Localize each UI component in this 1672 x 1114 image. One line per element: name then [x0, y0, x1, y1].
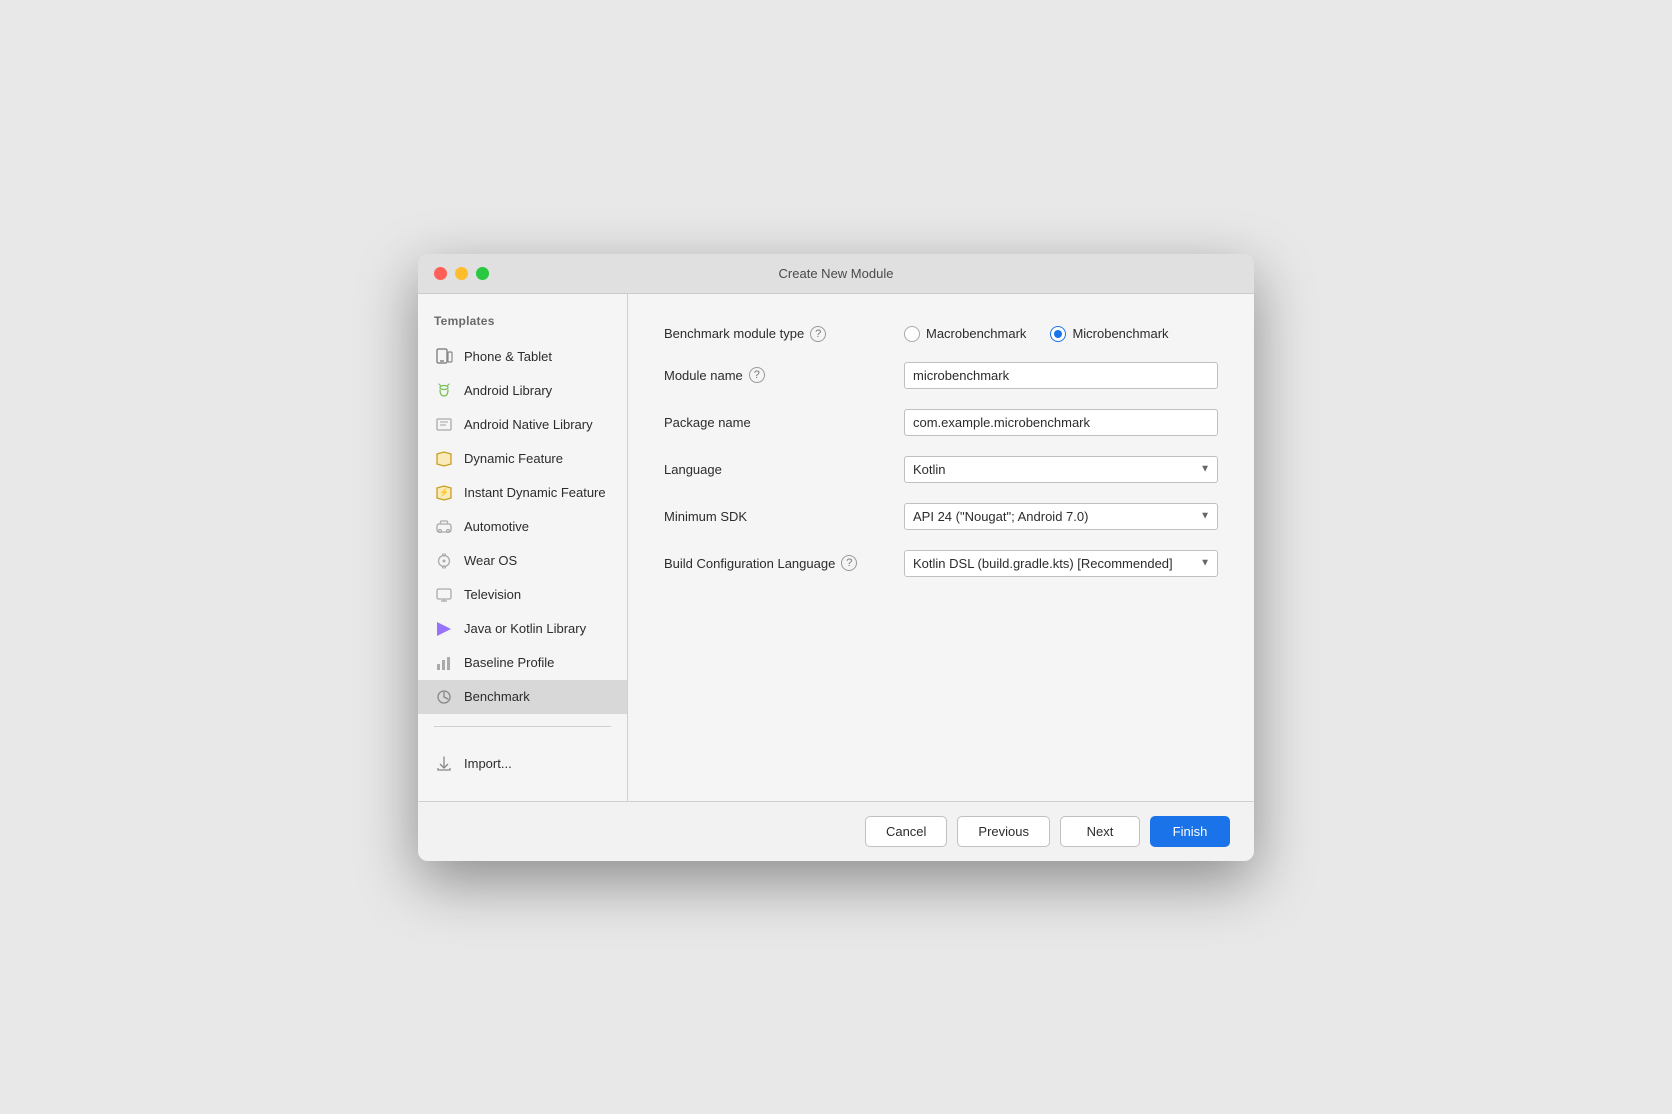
- sidebar-item-benchmark[interactable]: Benchmark: [418, 680, 627, 714]
- minimum-sdk-select[interactable]: API 21 ("Lollipop"; Android 5.0) API 24 …: [904, 503, 1218, 530]
- sidebar-item-android-native-library[interactable]: Android Native Library: [418, 408, 627, 442]
- sidebar-item-television[interactable]: Television: [418, 578, 627, 612]
- minimum-sdk-label: Minimum SDK: [664, 509, 904, 524]
- language-select[interactable]: Kotlin Java: [904, 456, 1218, 483]
- main-content: Benchmark module type ? Macrobenchmark M…: [628, 294, 1254, 801]
- package-name-input[interactable]: [904, 409, 1218, 436]
- sidebar-item-android-library[interactable]: Android Library: [418, 374, 627, 408]
- television-icon: [434, 585, 454, 605]
- next-button[interactable]: Next: [1060, 816, 1140, 847]
- kotlin-library-icon: [434, 619, 454, 639]
- window-controls: [434, 267, 489, 280]
- module-name-row: Module name ?: [664, 362, 1218, 389]
- package-name-control: [904, 409, 1218, 436]
- sidebar-item-automotive[interactable]: Automotive: [418, 510, 627, 544]
- minimum-sdk-control: API 21 ("Lollipop"; Android 5.0) API 24 …: [904, 503, 1218, 530]
- phone-tablet-icon: [434, 347, 454, 367]
- language-control: Kotlin Java ▼: [904, 456, 1218, 483]
- sidebar-item-label: Automotive: [464, 519, 529, 534]
- package-name-label: Package name: [664, 415, 904, 430]
- maximize-button[interactable]: [476, 267, 489, 280]
- microbenchmark-radio-dot: [1054, 330, 1062, 338]
- finish-button[interactable]: Finish: [1150, 816, 1230, 847]
- benchmark-module-type-label: Benchmark module type ?: [664, 326, 904, 342]
- wear-os-icon: [434, 551, 454, 571]
- previous-button[interactable]: Previous: [957, 816, 1050, 847]
- language-label: Language: [664, 462, 904, 477]
- benchmark-module-type-row: Benchmark module type ? Macrobenchmark M…: [664, 326, 1218, 342]
- macrobenchmark-radio-option[interactable]: Macrobenchmark: [904, 326, 1026, 342]
- macrobenchmark-label: Macrobenchmark: [926, 326, 1026, 341]
- benchmark-module-type-help-icon[interactable]: ?: [810, 326, 826, 342]
- dialog-footer: Cancel Previous Next Finish: [418, 801, 1254, 861]
- create-new-module-dialog: Create New Module Templates Phone & Tabl…: [418, 254, 1254, 861]
- sidebar-item-label: Android Library: [464, 383, 552, 398]
- sidebar-item-instant-dynamic-feature[interactable]: ⚡ Instant Dynamic Feature: [418, 476, 627, 510]
- dialog-title: Create New Module: [779, 266, 894, 281]
- sidebar-item-wear-os[interactable]: Wear OS: [418, 544, 627, 578]
- sidebar-item-label: Wear OS: [464, 553, 517, 568]
- sidebar-item-phone-tablet[interactable]: Phone & Tablet: [418, 340, 627, 374]
- build-config-control: Kotlin DSL (build.gradle.kts) [Recommend…: [904, 550, 1218, 577]
- sidebar-item-import[interactable]: Import...: [418, 747, 627, 781]
- build-config-help-icon[interactable]: ?: [841, 555, 857, 571]
- language-row: Language Kotlin Java ▼: [664, 456, 1218, 483]
- android-library-icon: [434, 381, 454, 401]
- microbenchmark-label: Microbenchmark: [1072, 326, 1168, 341]
- android-native-library-icon: [434, 415, 454, 435]
- benchmark-icon: [434, 687, 454, 707]
- svg-text:⚡: ⚡: [439, 487, 449, 497]
- minimum-sdk-row: Minimum SDK API 21 ("Lollipop"; Android …: [664, 503, 1218, 530]
- sidebar-item-label: Dynamic Feature: [464, 451, 563, 466]
- module-name-help-icon[interactable]: ?: [749, 367, 765, 383]
- sidebar-item-label: Android Native Library: [464, 417, 593, 432]
- sidebar-item-baseline-profile[interactable]: Baseline Profile: [418, 646, 627, 680]
- automotive-icon: [434, 517, 454, 537]
- module-name-input[interactable]: [904, 362, 1218, 389]
- sidebar-divider: [434, 726, 611, 727]
- cancel-button[interactable]: Cancel: [865, 816, 947, 847]
- sidebar-footer: Import...: [418, 739, 627, 781]
- sidebar-item-label: Java or Kotlin Library: [464, 621, 586, 636]
- sidebar: Templates Phone & Tablet: [418, 294, 628, 801]
- build-config-row: Build Configuration Language ? Kotlin DS…: [664, 550, 1218, 577]
- macrobenchmark-radio-circle: [904, 326, 920, 342]
- sidebar-item-label: Instant Dynamic Feature: [464, 485, 606, 500]
- sidebar-header: Templates: [418, 314, 627, 340]
- microbenchmark-radio-circle: [1050, 326, 1066, 342]
- sidebar-item-label: Benchmark: [464, 689, 530, 704]
- baseline-profile-icon: [434, 653, 454, 673]
- sidebar-item-dynamic-feature[interactable]: Dynamic Feature: [418, 442, 627, 476]
- module-name-label: Module name ?: [664, 367, 904, 383]
- instant-dynamic-feature-icon: ⚡: [434, 483, 454, 503]
- microbenchmark-radio-option[interactable]: Microbenchmark: [1050, 326, 1168, 342]
- sidebar-item-label: Phone & Tablet: [464, 349, 552, 364]
- close-button[interactable]: [434, 267, 447, 280]
- title-bar: Create New Module: [418, 254, 1254, 294]
- benchmark-module-type-control: Macrobenchmark Microbenchmark: [904, 326, 1218, 342]
- module-name-control: [904, 362, 1218, 389]
- sidebar-item-java-kotlin-library[interactable]: Java or Kotlin Library: [418, 612, 627, 646]
- build-config-select[interactable]: Kotlin DSL (build.gradle.kts) [Recommend…: [904, 550, 1218, 577]
- import-icon: [434, 754, 454, 774]
- sidebar-item-label: Television: [464, 587, 521, 602]
- sidebar-item-label: Import...: [464, 756, 512, 771]
- dialog-body: Templates Phone & Tablet: [418, 294, 1254, 801]
- dynamic-feature-icon: [434, 449, 454, 469]
- sidebar-item-label: Baseline Profile: [464, 655, 554, 670]
- minimize-button[interactable]: [455, 267, 468, 280]
- build-config-label: Build Configuration Language ?: [664, 555, 904, 571]
- package-name-row: Package name: [664, 409, 1218, 436]
